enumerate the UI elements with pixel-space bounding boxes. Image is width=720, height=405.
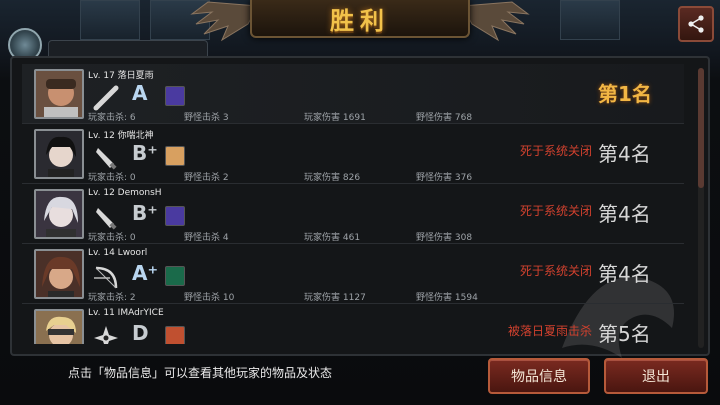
rank-label: 第5名 xyxy=(598,322,651,344)
item-icon[interactable] xyxy=(165,206,185,226)
bow-icon xyxy=(94,266,118,289)
victory-banner: 胜利 xyxy=(250,0,470,38)
list-item[interactable]: Lv. 12 DemonsH B⁺ 玩家击杀: 0 野怪击杀 4 玩家伤害 46… xyxy=(22,184,684,244)
wing-ornament-left xyxy=(190,1,258,42)
avatar xyxy=(34,309,84,344)
item-icon[interactable] xyxy=(165,326,185,344)
rank-label: 第4名 xyxy=(598,142,651,166)
list-item[interactable]: Lv. 14 Lwoorl A⁺ 玩家击杀: 2 野怪击杀 10 玩家伤害 11… xyxy=(22,244,684,304)
player-kills: 玩家击杀: 6 xyxy=(88,113,136,123)
hint-text: 点击「物品信息」可以查看其他玩家的物品及状态 xyxy=(68,366,333,380)
scrollbar-thumb[interactable] xyxy=(698,68,704,188)
player-kills: 玩家击杀: 0 xyxy=(88,173,136,183)
knife-icon xyxy=(96,148,117,170)
rank-label: 第1名 xyxy=(598,82,652,106)
bat-icon xyxy=(93,85,119,111)
player-name: Lv. 17 落日夏雨 xyxy=(88,71,154,81)
page-title: 胜利 xyxy=(330,5,390,35)
monster-damage: 野怪伤害 768 xyxy=(416,113,473,123)
list-item[interactable]: Lv. 12 你喘北神 B⁺ 玩家击杀: 0 野怪击杀 2 玩家伤害 826 野… xyxy=(22,124,684,184)
share-icon xyxy=(688,15,704,33)
wing-ornament-right xyxy=(462,1,530,42)
player-kills: 玩家击杀: 2 xyxy=(88,293,136,303)
player-damage: 玩家伤害 1691 xyxy=(304,113,366,123)
grade-badge: B⁺ xyxy=(132,141,158,165)
monster-kills: 野怪击杀 4 xyxy=(184,233,229,243)
player-kills: 玩家击杀: 0 xyxy=(88,233,136,243)
grade-badge: D xyxy=(132,321,149,344)
monster-kills: 野怪击杀 2 xyxy=(184,173,229,183)
player-name: Lv. 14 Lwoorl xyxy=(88,248,148,258)
list-item[interactable]: Lv. 17 落日夏雨 A 玩家击杀: 6 野怪击杀 3 玩家伤害 1691 野… xyxy=(22,64,684,124)
avatar xyxy=(34,129,84,179)
monster-kills: 野怪击杀 10 xyxy=(184,293,235,303)
rank-label: 第4名 xyxy=(598,202,651,226)
player-damage: 玩家伤害 461 xyxy=(304,233,361,243)
knife-icon xyxy=(96,208,117,230)
death-cause: 死于系统关闭 xyxy=(519,204,592,218)
scrollbar[interactable] xyxy=(698,68,704,348)
player-name: Lv. 12 你喘北神 xyxy=(88,131,154,141)
monster-damage: 野怪伤害 308 xyxy=(416,233,473,243)
grade-badge: B⁺ xyxy=(132,201,158,225)
share-button[interactable] xyxy=(678,6,714,42)
exit-button[interactable]: 退出 xyxy=(604,358,708,394)
avatar xyxy=(34,189,84,239)
item-icon[interactable] xyxy=(165,266,185,286)
left-top-tab[interactable] xyxy=(8,28,208,62)
player-damage: 玩家伤害 1127 xyxy=(304,293,366,303)
shuriken-icon xyxy=(94,326,118,344)
death-cause: 死于系统关闭 xyxy=(519,264,592,278)
item-icon[interactable] xyxy=(165,146,185,166)
player-list[interactable]: Lv. 17 落日夏雨 A 玩家击杀: 6 野怪击杀 3 玩家伤害 1691 野… xyxy=(22,64,684,344)
monster-damage: 野怪伤害 376 xyxy=(416,173,473,183)
player-name: Lv. 11 IMAdrYICE xyxy=(88,308,164,318)
item-info-button[interactable]: 物品信息 xyxy=(488,358,590,394)
avatar xyxy=(34,249,84,299)
rank-label: 第4名 xyxy=(598,262,651,286)
results-panel: Lv. 17 落日夏雨 A 玩家击杀: 6 野怪击杀 3 玩家伤害 1691 野… xyxy=(10,56,710,358)
background-window xyxy=(560,0,620,40)
avatar xyxy=(34,69,84,119)
death-cause: 被落日夏雨击杀 xyxy=(507,324,592,338)
player-name: Lv. 12 DemonsH xyxy=(88,188,162,198)
death-cause: 死于系统关闭 xyxy=(519,144,592,158)
monster-damage: 野怪伤害 1594 xyxy=(416,293,478,303)
monster-kills: 野怪击杀 3 xyxy=(184,113,229,123)
item-icon[interactable] xyxy=(165,86,185,106)
grade-badge: A⁺ xyxy=(132,261,159,285)
grade-badge: A xyxy=(132,81,148,105)
player-damage: 玩家伤害 826 xyxy=(304,173,361,183)
list-item[interactable]: Lv. 11 IMAdrYICE D 被落日夏雨击杀 第5名 xyxy=(22,304,684,344)
